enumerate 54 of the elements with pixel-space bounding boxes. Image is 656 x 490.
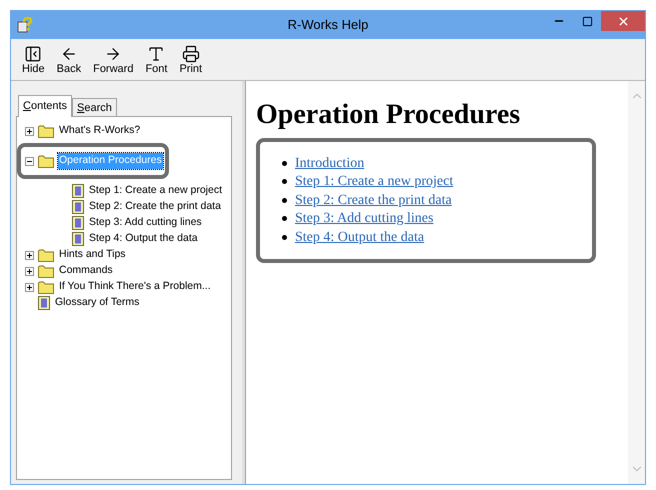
folder-icon — [38, 154, 54, 168]
topic-link[interactable]: Step 4: Output the data — [295, 226, 424, 248]
close-button[interactable] — [601, 11, 645, 31]
topic-link[interactable]: Step 2: Create the print data — [295, 190, 452, 211]
folder-icon — [38, 124, 54, 138]
page-icon — [72, 232, 84, 246]
tab[interactable]: Contents — [18, 95, 72, 117]
page-icon — [72, 200, 84, 214]
tree-item[interactable]: Step 3: Add cutting lines — [88, 215, 203, 231]
toolbar-button[interactable]: Back — [54, 45, 84, 77]
toolbar-button[interactable]: Print — [176, 45, 206, 77]
page-icon — [72, 184, 84, 198]
folder-icon — [38, 280, 54, 294]
help-icon — [17, 17, 33, 33]
plus-icon — [26, 128, 33, 134]
tree-item[interactable]: Commands — [58, 263, 114, 279]
plus-icon — [26, 268, 33, 274]
collapse-toggle[interactable] — [25, 156, 34, 166]
tree-item[interactable]: What's R-Works? — [58, 123, 142, 139]
page-heading: Operation Procedures — [256, 98, 522, 132]
folder-icon — [38, 264, 54, 278]
topic-link[interactable]: Introduction — [295, 152, 364, 174]
bullet — [282, 179, 287, 184]
maximize-icon — [582, 16, 592, 26]
tree-item[interactable]: Step 1: Create a new project — [88, 183, 223, 199]
close-icon — [616, 14, 630, 28]
bullet — [282, 234, 287, 240]
expand-toggle[interactable] — [25, 266, 34, 276]
tree-item[interactable]: Hints and Tips — [58, 247, 127, 263]
tab[interactable]: Search — [72, 98, 117, 117]
expand-toggle[interactable] — [25, 250, 34, 260]
expand-toggle[interactable] — [25, 282, 34, 292]
tree-item[interactable]: If You Think There's a Problem... — [58, 279, 212, 295]
window-title: R-Works Help — [288, 16, 368, 34]
tree-item[interactable]: Step 2: Create the print data — [88, 199, 222, 215]
bullet — [282, 160, 287, 166]
page-icon — [72, 216, 84, 230]
tree-item[interactable]: Glossary of Terms — [54, 295, 140, 311]
plus-icon — [26, 284, 33, 290]
folder-icon — [38, 248, 54, 262]
bullet — [282, 216, 287, 222]
toolbar-button[interactable]: Forward — [90, 45, 136, 77]
panel-icon — [24, 45, 42, 64]
plus-icon — [26, 252, 33, 258]
font-icon — [147, 45, 166, 64]
topic-link[interactable]: Step 3: Add cutting lines — [295, 208, 434, 230]
toolbar-button[interactable]: Hide — [19, 45, 48, 77]
bullet — [282, 198, 287, 203]
toolbar-button[interactable]: Font — [142, 45, 170, 77]
topic-link[interactable]: Step 1: Create a new project — [295, 171, 454, 192]
tree-item[interactable]: Step 4: Output the data — [88, 231, 199, 247]
printer-icon — [182, 45, 200, 64]
expand-toggle[interactable] — [25, 126, 34, 136]
page-icon — [38, 296, 50, 310]
